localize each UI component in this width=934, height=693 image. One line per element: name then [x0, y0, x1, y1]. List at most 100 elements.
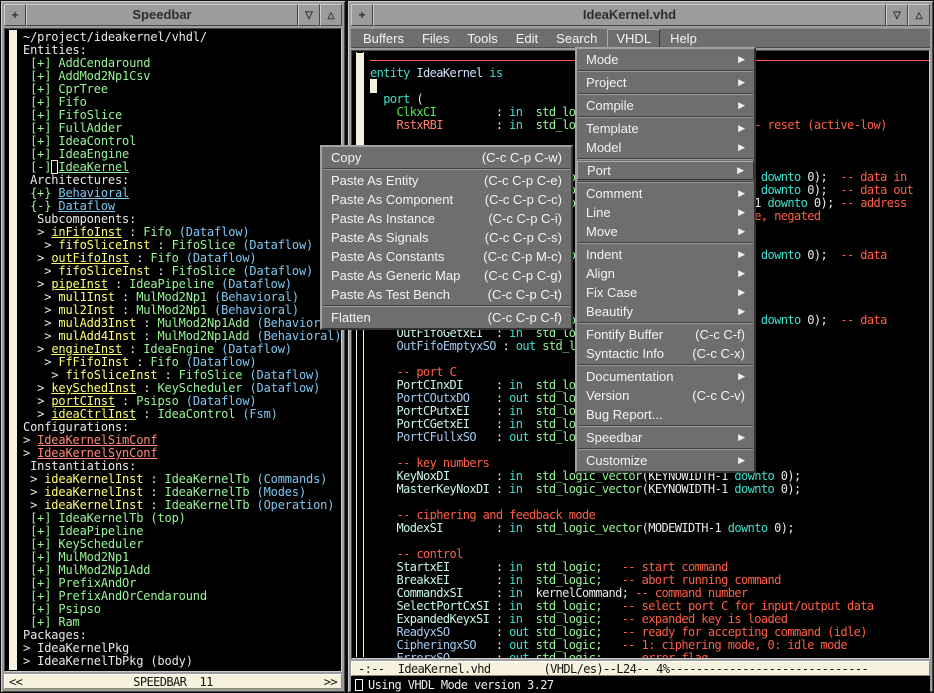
text-segment: [522, 599, 535, 613]
menu-item-paste-as-instance[interactable]: Paste As Instance(C-c C-p C-i): [322, 209, 571, 228]
editor-titlebar[interactable]: + IdeaKernel.vhd ▽ △: [351, 4, 930, 26]
speedbar-window: + Speedbar ▽ △ ~/project/ideakernel/vhdl…: [0, 0, 346, 693]
tree-link[interactable]: portCInst: [51, 394, 115, 408]
text-segment: (Dataflow): [249, 381, 320, 395]
menu-item-project[interactable]: Project▶: [577, 73, 754, 92]
menu-item-label: Flatten: [331, 310, 371, 325]
menu-item-model[interactable]: Model▶: [577, 138, 754, 157]
menubar-item-help[interactable]: Help: [662, 30, 705, 47]
text-segment: [+] IdeaKernelTb (top): [23, 511, 186, 525]
scroll-left-button[interactable]: <<: [5, 675, 26, 688]
menubar-item-search[interactable]: Search: [548, 30, 605, 47]
tree-link[interactable]: pipeInst: [51, 277, 108, 291]
speedbar-content: ~/project/ideakernel/vhdl/Entities: [+] …: [4, 28, 342, 672]
speedbar-scrollbar-thumb[interactable]: [9, 30, 17, 670]
text-segment: fifoSliceInst: [58, 264, 150, 278]
tree-link[interactable]: IdeaKernel: [58, 160, 129, 174]
menu-item-customize[interactable]: Customize▶: [577, 451, 754, 470]
tree-link[interactable]: IdeaKernelSynConf: [37, 446, 157, 460]
text-segment: :: [443, 118, 509, 132]
text-segment: :: [115, 290, 136, 304]
tree-link[interactable]: outFifoInst: [51, 251, 129, 265]
menu-item-paste-as-entity[interactable]: Paste As Entity(C-c C-p C-e): [322, 171, 571, 190]
menu-item-bug-report-[interactable]: Bug Report...: [577, 405, 754, 424]
menu-item-template[interactable]: Template▶: [577, 119, 754, 138]
text-segment: KeyScheduler: [157, 381, 242, 395]
tree-link[interactable]: ideaCtrlInst: [51, 407, 136, 421]
menu-item-paste-as-generic-map[interactable]: Paste As Generic Map(C-c C-p C-g): [322, 266, 571, 285]
menu-item-speedbar[interactable]: Speedbar▶: [577, 428, 754, 447]
text-segment: FfFifoInst: [58, 355, 129, 369]
menu-item-paste-as-test-bench[interactable]: Paste As Test Bench(C-c C-p C-t): [322, 285, 571, 304]
text-segment: Fifo: [143, 225, 171, 239]
text-segment: -- data: [840, 248, 886, 262]
text-segment: :: [136, 407, 157, 421]
menu-item-label: Port: [587, 163, 611, 178]
code-line: ErrorxSO : out std_logic; -- error flag: [370, 652, 929, 659]
menu-item-beautify[interactable]: Beautify▶: [577, 302, 754, 321]
tree-link[interactable]: Behavioral: [58, 186, 129, 200]
editor-modeline: -:-- IdeaKernel.vhd (VHDL/es)--L24-- 4%-…: [351, 661, 930, 676]
menu-item-line[interactable]: Line▶: [577, 203, 754, 222]
text-segment: [370, 469, 397, 483]
text-segment: IdeaPipeline: [129, 277, 214, 291]
menu-separator: [578, 70, 753, 72]
speedbar-titlebar[interactable]: + Speedbar ▽ △: [4, 4, 342, 26]
menu-item-fontify-buffer[interactable]: Fontify Buffer(C-c C-f): [577, 325, 754, 344]
tree-link[interactable]: keySchedInst: [51, 381, 136, 395]
iconify-button[interactable]: +: [351, 4, 373, 26]
menubar-item-buffers[interactable]: Buffers: [355, 30, 412, 47]
menu-item-align[interactable]: Align▶: [577, 264, 754, 283]
text-segment: [249, 485, 256, 499]
menu-item-paste-as-component[interactable]: Paste As Component(C-c C-p C-c): [322, 190, 571, 209]
tree-link[interactable]: IdeaKernelSimConf: [37, 433, 157, 447]
menubar-item-vhdl[interactable]: VHDL: [607, 29, 660, 48]
menu-item-flatten[interactable]: Flatten(C-c C-p C-f): [322, 308, 571, 327]
tree-link[interactable]: inFifoInst: [51, 225, 122, 239]
shade-button[interactable]: ▽: [886, 4, 908, 26]
speedbar-tree: ~/project/ideakernel/vhdl/Entities: [+] …: [5, 29, 341, 668]
menu-item-copy[interactable]: Copy(C-c C-p C-w): [322, 148, 571, 167]
menu-item-version[interactable]: Version(C-c C-v): [577, 386, 754, 405]
menubar-item-edit[interactable]: Edit: [508, 30, 546, 47]
minibuffer[interactable]: Using VHDL Mode version 3.27: [351, 676, 930, 693]
menu-item-paste-as-constants[interactable]: Paste As Constants(C-c C-p M-c): [322, 247, 571, 266]
menubar-item-files[interactable]: Files: [414, 30, 457, 47]
text-segment: in: [509, 586, 522, 600]
menu-item-label: Bug Report...: [586, 407, 663, 422]
text-segment: Psipso: [136, 394, 178, 408]
text-segment: [522, 482, 535, 496]
tree-link[interactable]: Dataflow: [58, 199, 115, 213]
menu-item-keybinding: (C-c C-p C-e): [484, 173, 562, 188]
text-segment: PortCFullxSO: [397, 430, 477, 444]
menu-item-paste-as-signals[interactable]: Paste As Signals(C-c C-p C-s): [322, 228, 571, 247]
maximize-button[interactable]: △: [320, 4, 342, 26]
text-segment: :: [122, 342, 143, 356]
tree-link[interactable]: engineInst: [51, 342, 122, 356]
menu-item-move[interactable]: Move▶: [577, 222, 754, 241]
menu-item-port[interactable]: Port▶: [577, 161, 754, 180]
menu-item-comment[interactable]: Comment▶: [577, 184, 754, 203]
menu-item-syntactic-info[interactable]: Syntactic Info(C-c C-x): [577, 344, 754, 363]
text-segment: [370, 521, 397, 535]
text-segment: std_logic_vector: [536, 482, 642, 496]
menu-item-documentation[interactable]: Documentation▶: [577, 367, 754, 386]
text-segment: >: [23, 381, 51, 395]
menu-item-mode[interactable]: Mode▶: [577, 50, 754, 69]
maximize-button[interactable]: △: [908, 4, 930, 26]
shade-button[interactable]: ▽: [298, 4, 320, 26]
menu-item-label: Align: [586, 266, 615, 281]
text-segment: port: [383, 92, 410, 106]
iconify-button[interactable]: +: [4, 4, 26, 26]
text-segment: StartxEI: [397, 560, 450, 574]
menu-item-compile[interactable]: Compile▶: [577, 96, 754, 115]
menubar-item-tools[interactable]: Tools: [459, 30, 505, 47]
text-segment: (Behavioral): [257, 329, 342, 343]
menu-item-label: Compile: [586, 98, 634, 113]
menu-item-fix-case[interactable]: Fix Case▶: [577, 283, 754, 302]
text-segment: (Dataflow): [221, 277, 292, 291]
text-segment: [370, 92, 383, 106]
scroll-right-button[interactable]: >>: [320, 675, 341, 688]
menu-item-label: Fix Case: [586, 285, 637, 300]
menu-item-indent[interactable]: Indent▶: [577, 245, 754, 264]
